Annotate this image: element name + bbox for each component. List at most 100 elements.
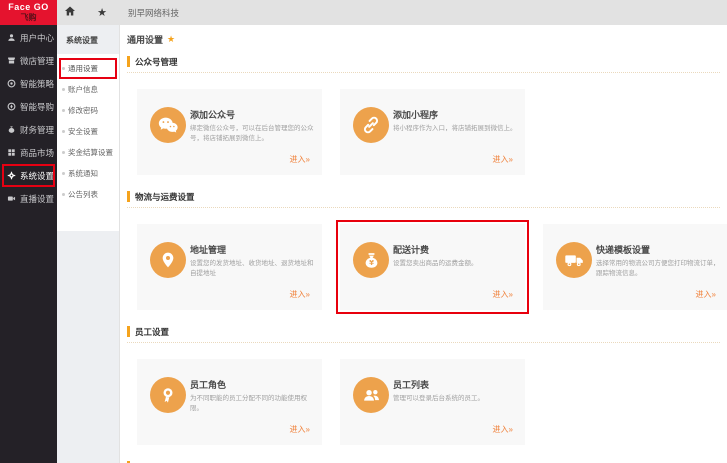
people-icon bbox=[353, 377, 389, 413]
card-address-manage[interactable]: 地址管理设置您的发货地址、收货地址、退货地址和自提地址进入» bbox=[137, 224, 322, 310]
enter-link[interactable]: 进入» bbox=[290, 154, 310, 165]
card-row: 地址管理设置您的发货地址、收货地址、退货地址和自提地址进入» ¥ 配送计费设置您卖出… bbox=[137, 220, 727, 314]
card-row: 员工角色 为不同职能的员工分配不同的功能使用权限。 进入» 员工列表 管理可以登录后台系… bbox=[137, 359, 720, 445]
logo-text-en: Face GO bbox=[8, 2, 49, 12]
live-icon bbox=[6, 194, 16, 204]
card-title: 添加公众号 bbox=[190, 110, 236, 120]
submenu-item-change-password[interactable]: 修改密码 bbox=[57, 100, 119, 121]
sidebar-item-label: 直播设置 bbox=[20, 193, 55, 204]
sidebar-item-label: 智能策略 bbox=[20, 78, 55, 89]
submenu-item-label: 安全设置 bbox=[68, 127, 98, 136]
card-staff-role[interactable]: 员工角色为不同职能的员工分配不同的功能使用权限。进入» bbox=[137, 359, 322, 445]
sidebar-item-label: 用户中心 bbox=[20, 32, 55, 43]
enter-link[interactable]: 进入» bbox=[290, 424, 310, 435]
link-icon bbox=[353, 107, 389, 143]
sidebar-item-label: 商品市场 bbox=[20, 147, 55, 158]
home-icon bbox=[64, 4, 76, 22]
card-title: 添加小程序 bbox=[393, 110, 439, 120]
card-description: 管理可以登录后台系统的员工。 bbox=[393, 395, 484, 402]
market-icon bbox=[6, 148, 16, 158]
sidebar-item-label: 财务管理 bbox=[20, 124, 55, 135]
logo-text-cn: 飞购 bbox=[20, 13, 37, 22]
enter-link[interactable]: 进入» bbox=[696, 289, 716, 300]
card-description: 将小程序作为入口，将店铺拓展到微信上。 bbox=[393, 125, 517, 132]
card-title: 员工列表 bbox=[393, 380, 430, 390]
submenu-item-bonus-settlement[interactable]: 奖金结算设置 bbox=[57, 142, 119, 163]
submenu-item-label: 修改密码 bbox=[68, 106, 98, 115]
sidebar-item-goods-market[interactable]: 商品市场 bbox=[0, 141, 57, 164]
section-accent-bar bbox=[127, 326, 130, 337]
card-staff-list[interactable]: 员工列表管理可以登录后台系统的员工。进入» bbox=[340, 359, 525, 445]
submenu-item-label: 公告列表 bbox=[68, 190, 98, 199]
bullet-icon bbox=[62, 88, 65, 91]
enter-link[interactable]: 进入» bbox=[493, 154, 513, 165]
section-header-0: 公众号管理 bbox=[127, 56, 720, 73]
sidebar-item-label: 系统设置 bbox=[20, 170, 55, 181]
logo[interactable]: Face GO 飞购 bbox=[0, 0, 57, 25]
submenu-item-general-settings[interactable]: 通用设置 bbox=[57, 58, 119, 79]
gear-icon bbox=[6, 171, 16, 181]
sidebar-item-user-center[interactable]: 用户中心 bbox=[0, 26, 57, 49]
submenu-item-label: 奖金结算设置 bbox=[68, 148, 113, 157]
wechat-icon bbox=[150, 107, 186, 143]
page-title-text: 通用设置 bbox=[127, 34, 164, 45]
svg-text:¥: ¥ bbox=[369, 259, 374, 267]
star-icon: ★ bbox=[167, 33, 176, 44]
card-title: 配送计费 bbox=[393, 245, 430, 255]
settings-submenu: 系统设置 通用设置账户信息修改密码安全设置奖金结算设置 系统通知公告列表 bbox=[57, 25, 120, 463]
section-accent-bar bbox=[127, 56, 130, 67]
sidebar-item-smart-strategy[interactable]: 智能策略 bbox=[0, 72, 57, 95]
section-accent-bar bbox=[127, 191, 130, 202]
sidebar-item-finance-manage[interactable]: 财务管理 bbox=[0, 118, 57, 141]
submenu-item-label: 系统通知 bbox=[68, 169, 98, 178]
submenu-item-system-notice[interactable]: 系统通知 bbox=[57, 163, 119, 184]
enter-link[interactable]: 进入» bbox=[493, 289, 513, 300]
submenu-item-security-settings[interactable]: 安全设置 bbox=[57, 121, 119, 142]
top-bar: Face GO 飞购 ★ 别早网络科技 bbox=[0, 0, 727, 25]
enter-link[interactable]: 进入» bbox=[493, 424, 513, 435]
favorite-button[interactable]: ★ bbox=[88, 0, 116, 25]
card-description: 为不同职能的员工分配不同的功能使用权限。 bbox=[190, 395, 307, 412]
bullet-icon bbox=[62, 193, 65, 196]
card-title: 地址管理 bbox=[190, 245, 227, 255]
bullet-icon bbox=[62, 172, 65, 175]
submenu-item-account-info[interactable]: 账户信息 bbox=[57, 79, 119, 100]
card-title: 员工角色 bbox=[190, 380, 227, 390]
sidebar-item-label: 微店管理 bbox=[20, 55, 55, 66]
star-icon: ★ bbox=[97, 7, 107, 19]
user-icon bbox=[6, 33, 16, 43]
card-add-mini-program[interactable]: 添加小程序将小程序作为入口，将店铺拓展到微信上。进入» bbox=[340, 89, 525, 175]
bullet-icon bbox=[62, 151, 65, 154]
company-name: 别早网络科技 bbox=[128, 7, 180, 18]
strategy-icon bbox=[6, 79, 16, 89]
card-description: 绑定微信公众号，可以在后台管理您的公众号，将店铺拓展到微信上。 bbox=[190, 125, 314, 142]
medal-icon bbox=[150, 377, 186, 413]
card-description: 设置您的发货地址、收货地址、退货地址和自提地址 bbox=[190, 260, 314, 277]
pin-icon bbox=[150, 242, 186, 278]
card-add-official-account[interactable]: 添加公众号绑定微信公众号，可以在后台管理您的公众号，将店铺拓展到微信上。进入» bbox=[137, 89, 322, 175]
card-delivery-billing[interactable]: ¥ 配送计费设置您卖出商品的运费金额。进入» bbox=[336, 220, 529, 314]
card-express-template[interactable]: 快递模板设置 选择常用的物流公司方便您打印物流订单，跟踪物流信息。 进入» bbox=[543, 224, 727, 310]
sidebar-item-system-settings[interactable]: 系统设置 bbox=[0, 164, 57, 187]
section-title: 员工设置 bbox=[135, 326, 170, 337]
sidebar-item-smart-guide[interactable]: 智能导购 bbox=[0, 95, 57, 118]
main-sidebar: 用户中心微店管理智能策略智能导购财务管理商品市场系统设置直播设置 bbox=[0, 25, 57, 463]
card-description: 设置您卖出商品的运费金额。 bbox=[393, 260, 478, 267]
guide-icon bbox=[6, 102, 16, 112]
submenu-item-label: 通用设置 bbox=[68, 64, 98, 73]
page-title: 通用设置 ★ bbox=[127, 32, 720, 46]
submenu-header: 系统设置 bbox=[66, 36, 98, 45]
submenu-item-announcement-list[interactable]: 公告列表 bbox=[57, 184, 119, 205]
sidebar-item-shop-manage[interactable]: 微店管理 bbox=[0, 49, 57, 72]
home-button[interactable] bbox=[56, 0, 84, 25]
finance-icon bbox=[6, 125, 16, 135]
card-title: 快递模板设置 bbox=[596, 245, 651, 255]
section-header-2: 员工设置 bbox=[127, 326, 720, 343]
truck-icon bbox=[556, 242, 592, 278]
section-header-1: 物流与运费设置 bbox=[127, 191, 720, 208]
bullet-icon bbox=[62, 67, 65, 70]
sidebar-item-live-settings[interactable]: 直播设置 bbox=[0, 187, 57, 210]
sidebar-item-label: 智能导购 bbox=[20, 101, 55, 112]
shop-icon bbox=[6, 56, 16, 66]
enter-link[interactable]: 进入» bbox=[290, 289, 310, 300]
